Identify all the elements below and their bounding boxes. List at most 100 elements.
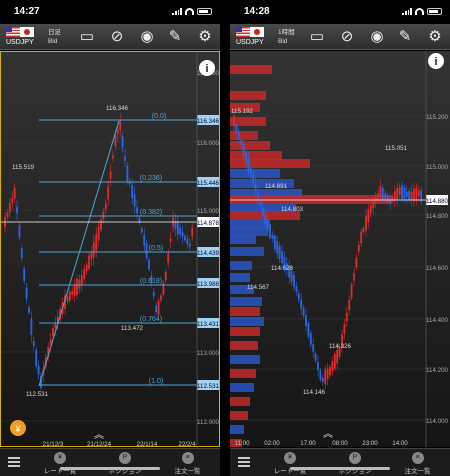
price-axis-label: 114.400: [426, 317, 448, 324]
candle: [116, 129, 119, 135]
battery-icon: [427, 8, 442, 15]
expand-chevron-icon[interactable]: ︽: [94, 430, 104, 441]
chart-type-icon[interactable]: ▭: [76, 27, 98, 47]
candle: [131, 185, 134, 198]
candle: [145, 242, 148, 258]
palette-icon[interactable]: ◉: [366, 27, 388, 47]
candle: [124, 155, 126, 161]
price-annotation: 114.891: [265, 183, 287, 190]
price-axis-label: 112.000: [197, 419, 219, 426]
chart-toolbar: USDJPY 日足 Bid ▭ ⊘ ◉ ✎ ⚙: [0, 24, 220, 50]
volume-profile-bar: [230, 397, 250, 406]
candle: [181, 232, 184, 237]
candle: [381, 187, 384, 200]
candle: [319, 370, 322, 380]
menu-icon[interactable]: [238, 457, 250, 467]
candle: [11, 198, 14, 203]
candle: [237, 132, 240, 139]
volume-profile-bar: [230, 159, 310, 168]
candle: [245, 151, 247, 163]
draw-pencil-icon[interactable]: ✎: [394, 27, 416, 47]
candle: [379, 186, 382, 197]
settings-gear-icon[interactable]: ⚙: [194, 27, 216, 47]
candlestick-chart[interactable]: 115.200 115.000 114.880 114.800 114.600 114.4…: [230, 51, 450, 448]
candle: [23, 268, 26, 282]
nav-rate-list[interactable]: ¥ レート一覧: [30, 452, 90, 475]
price-annotation: 114.146: [303, 389, 325, 396]
currency-flag-icon[interactable]: [236, 27, 264, 37]
left-phone: 14:27 USDJPY 日足 Bid ▭ ⊘ ◉ ✎ ⚙ (0.0) (0.236…: [0, 0, 220, 476]
fib-trend-line[interactable]: [38, 120, 120, 387]
volume-profile-bar: [230, 65, 272, 74]
price-axis-label: 113.431: [197, 321, 219, 328]
chart-area[interactable]: (0.0) (0.236) (0.382) (0.5) (0.618) (0.764) (1…: [0, 51, 220, 448]
price-axis-label: 115.446: [197, 180, 219, 187]
nav-rate-list[interactable]: ¥ レート一覧: [260, 452, 320, 475]
candle: [97, 226, 100, 241]
candle: [317, 361, 319, 371]
nav-position[interactable]: P ポジション: [95, 452, 155, 475]
candle: [104, 203, 107, 210]
volume-profile-bar: [230, 141, 270, 150]
candle: [76, 278, 78, 296]
volume-profile-bar: [230, 235, 256, 244]
nav-orders-label: 注文一覧: [174, 468, 201, 475]
volume-profile-bar: [230, 307, 260, 316]
candle: [312, 344, 315, 352]
home-indicator: [60, 467, 160, 470]
candle: [331, 361, 334, 372]
volume-profile-bar: [230, 297, 262, 306]
rate-icon: ¥: [284, 452, 296, 464]
candle: [88, 255, 90, 269]
candle: [353, 273, 355, 281]
candle: [35, 349, 38, 367]
position-icon: P: [349, 452, 361, 464]
draw-pencil-icon[interactable]: ✎: [164, 27, 186, 47]
indicator-icon[interactable]: ⊘: [106, 27, 128, 47]
candle: [136, 207, 138, 214]
timeframe-selector[interactable]: 1時間 Bid: [278, 28, 295, 46]
time-axis-label: 08:00: [332, 440, 348, 447]
candle: [28, 307, 30, 313]
volume-profile-bar: [230, 317, 264, 326]
currency-pair[interactable]: USDJPY: [236, 39, 264, 46]
candle: [152, 292, 155, 297]
candlestick-chart[interactable]: (0.0) (0.236) (0.382) (0.5) (0.618) (0.764) (1…: [1, 52, 220, 448]
chart-area[interactable]: 115.200 115.000 114.880 114.800 114.600 114.4…: [230, 51, 450, 448]
candle: [179, 227, 182, 235]
volume-profile-bar: [230, 369, 256, 378]
candle: [85, 264, 88, 272]
volume-profile-bar: [230, 383, 254, 392]
status-time: 14:27: [14, 6, 40, 17]
nav-position[interactable]: P ポジション: [325, 452, 385, 475]
candle: [80, 275, 83, 285]
expand-chevron-icon[interactable]: ︽: [323, 429, 333, 440]
menu-icon[interactable]: [8, 457, 20, 467]
volume-profile-bar: [230, 411, 248, 420]
rate-icon: ¥: [54, 452, 66, 464]
candle: [269, 224, 271, 238]
nav-order-list[interactable]: ≡ 注文一覧: [160, 452, 215, 475]
candle: [233, 115, 235, 127]
price-annotation: 114.803: [281, 206, 303, 213]
candle: [367, 209, 370, 223]
timeframe-selector[interactable]: 日足 Bid: [48, 28, 61, 46]
price-annotation: 114.326: [329, 343, 351, 350]
candle: [112, 155, 114, 159]
info-icon-glyph: i: [434, 56, 437, 68]
candle: [408, 190, 411, 201]
currency-flag-icon[interactable]: [6, 27, 34, 37]
candle: [417, 190, 420, 197]
indicator-icon[interactable]: ⊘: [336, 27, 358, 47]
candle: [128, 180, 131, 185]
chart-type-icon[interactable]: ▭: [306, 27, 328, 47]
signal-icon: [172, 8, 182, 15]
currency-pair[interactable]: USDJPY: [6, 39, 34, 46]
candle: [324, 369, 327, 385]
candle: [121, 136, 124, 148]
settings-gear-icon[interactable]: ⚙: [424, 27, 446, 47]
candle: [372, 201, 375, 208]
nav-order-list[interactable]: ≡ 注文一覧: [390, 452, 445, 475]
palette-icon[interactable]: ◉: [136, 27, 158, 47]
candle: [348, 299, 351, 311]
